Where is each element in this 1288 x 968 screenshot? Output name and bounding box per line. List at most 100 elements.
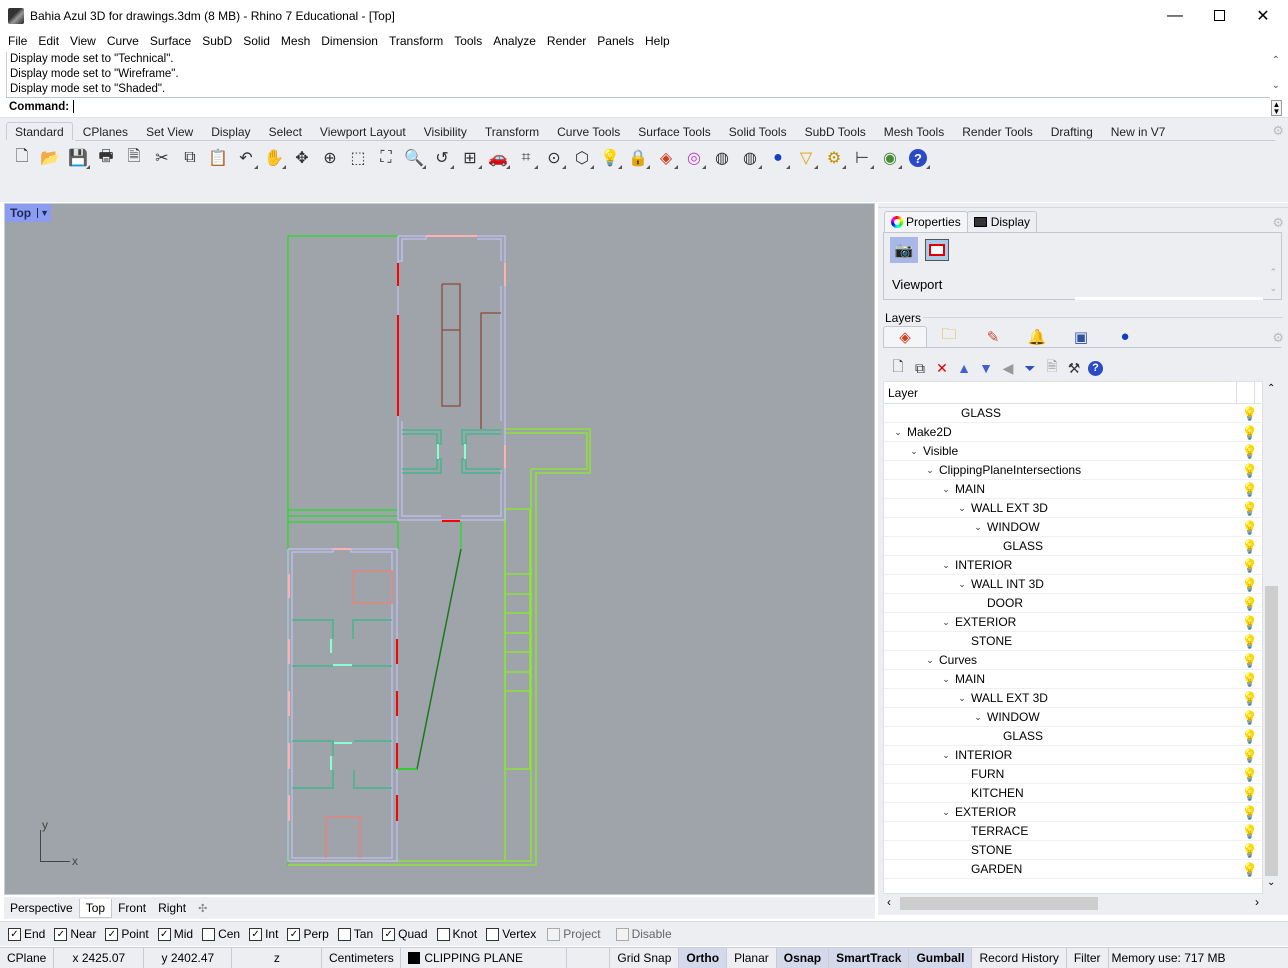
toolbar-tab-curve-tools[interactable]: Curve Tools <box>549 123 628 140</box>
new-button[interactable]: 🗋 <box>10 147 34 169</box>
layer-visible-bulb-icon[interactable]: 💡 <box>1242 634 1258 650</box>
layer-visible-bulb-icon[interactable]: 💡 <box>1242 482 1258 498</box>
layers-tab-layers[interactable]: ◈ <box>883 326 927 347</box>
maximize-button[interactable] <box>1196 0 1242 31</box>
toggle-ortho[interactable]: Ortho <box>679 948 728 968</box>
toggle-record-history[interactable]: Record History <box>972 948 1067 968</box>
expand-chevron-icon[interactable]: ⌄ <box>939 617 953 628</box>
rendered-sphere-button[interactable]: ● <box>766 147 790 169</box>
minimize-button[interactable]: — <box>1152 0 1198 31</box>
menu-transform[interactable]: Transform <box>385 34 447 48</box>
checkbox[interactable]: ✓ <box>8 927 21 941</box>
toolbar-tab-display[interactable]: Display <box>203 123 258 140</box>
layer-row[interactable]: STONE 💡 <box>884 841 1262 860</box>
layers-tab-render-material[interactable]: ✎ <box>971 326 1015 347</box>
menu-file[interactable]: File <box>4 34 31 48</box>
layer-visible-bulb-icon[interactable]: 💡 <box>1242 596 1258 612</box>
checkbox[interactable] <box>486 927 500 941</box>
scroll-thumb[interactable] <box>1265 586 1278 876</box>
undo-view-button[interactable]: ↺ <box>430 147 454 169</box>
checkbox[interactable] <box>615 927 629 941</box>
layer-row[interactable]: ⌄ MAIN 💡 <box>884 670 1262 689</box>
undo-button[interactable]: ↶ <box>234 147 258 169</box>
layer-visible-bulb-icon[interactable]: 💡 <box>1242 843 1258 859</box>
toolbar-tab-select[interactable]: Select <box>261 123 310 140</box>
command-input[interactable] <box>73 100 75 113</box>
layer-row[interactable]: ⌄ Curves 💡 <box>884 651 1262 670</box>
layer-visible-bulb-icon[interactable]: 💡 <box>1242 615 1258 631</box>
units[interactable]: Centimeters <box>322 948 402 968</box>
expand-chevron-icon[interactable]: ⌄ <box>971 522 985 533</box>
toolbar-gear-icon[interactable]: ⚙ <box>1272 123 1284 139</box>
expand-chevron-icon[interactable]: ⌄ <box>939 674 953 685</box>
layer-visible-bulb-icon[interactable]: 💡 <box>1242 729 1258 745</box>
toggle-smarttrack[interactable]: SmartTrack <box>829 948 910 968</box>
layer-visible-bulb-icon[interactable]: 💡 <box>1242 691 1258 707</box>
toolbar-tab-standard[interactable]: Standard <box>6 122 73 140</box>
layer-row[interactable]: ⌄ WINDOW 💡 <box>884 518 1262 537</box>
help-button[interactable]: ? <box>906 147 930 169</box>
layer-visible-bulb-icon[interactable]: 💡 <box>1242 520 1258 536</box>
checkbox[interactable]: ✓ <box>105 927 119 941</box>
close-button[interactable]: ✕ <box>1240 0 1286 31</box>
pan-button[interactable]: ✋ <box>262 147 286 169</box>
layers-tab-notification-bell[interactable]: 🔔 <box>1015 326 1059 347</box>
expand-chevron-icon[interactable]: ⌄ <box>939 807 953 818</box>
viewport-frame-icon[interactable] <box>925 239 949 261</box>
layer-row[interactable]: STONE 💡 <box>884 632 1262 651</box>
history-scroll-up-icon[interactable]: ⌃ <box>1272 55 1280 66</box>
layer-row[interactable]: ⌄ ClippingPlaneIntersections 💡 <box>884 461 1262 480</box>
osnap-perp[interactable]: ✓ Perp <box>287 927 329 941</box>
menu-panels[interactable]: Panels <box>593 34 638 48</box>
viewport-tab-top[interactable]: Top <box>78 898 113 918</box>
filter-icon[interactable]: ⏷ <box>1022 360 1038 377</box>
grasshopper-button[interactable]: ◉ <box>878 147 902 169</box>
expand-chevron-icon[interactable]: ⌄ <box>939 484 953 495</box>
new-layer-icon[interactable]: 🗋 <box>890 356 906 380</box>
menu-render[interactable]: Render <box>543 34 590 48</box>
checkbox[interactable] <box>436 927 450 941</box>
help-icon[interactable]: ? <box>1088 360 1103 376</box>
copy-button[interactable]: ⧉ <box>178 147 202 169</box>
four-viewports-button[interactable]: ⊞ <box>458 147 482 169</box>
checkbox[interactable]: ✓ <box>287 927 301 941</box>
tools-icon[interactable]: ⚒ <box>1066 360 1082 377</box>
layer-row[interactable]: ⌄ WALL EXT 3D 💡 <box>884 499 1262 518</box>
current-layer[interactable]: CLIPPING PLANE <box>401 948 568 968</box>
checkbox[interactable] <box>337 927 351 941</box>
viewport-top[interactable]: Top ▼ y x <box>4 203 875 895</box>
layer-visible-bulb-icon[interactable]: 💡 <box>1242 672 1258 688</box>
toolbar-tab-viewport-layout[interactable]: Viewport Layout <box>312 123 414 140</box>
scroll-left-icon[interactable]: ‹ <box>887 895 891 909</box>
layers-tab-named-view[interactable]: ▣ <box>1059 326 1103 347</box>
open-button[interactable]: 📂 <box>38 147 62 169</box>
tab-properties[interactable]: Properties <box>884 211 968 232</box>
hscroll-thumb[interactable] <box>900 897 1098 910</box>
layer-row[interactable]: GLASS 💡 <box>884 537 1262 556</box>
menu-view[interactable]: View <box>66 34 100 48</box>
toggle-filter[interactable]: Filter <box>1067 948 1109 968</box>
light-button[interactable]: 💡 <box>598 147 622 169</box>
options-gear-button[interactable]: ⚙ <box>822 147 846 169</box>
toggle-osnap[interactable]: Osnap <box>776 948 830 968</box>
expand-chevron-icon[interactable]: ⌄ <box>955 579 969 590</box>
layer-row[interactable]: ⌄ INTERIOR 💡 <box>884 746 1262 765</box>
toolbar-tab-mesh-tools[interactable]: Mesh Tools <box>876 123 952 140</box>
checkbox[interactable]: ✓ <box>249 927 263 941</box>
toolbar-tab-solid-tools[interactable]: Solid Tools <box>721 123 795 140</box>
cplane-button[interactable]: ⌗ <box>514 147 538 169</box>
layer-row[interactable]: ⌄ WINDOW 💡 <box>884 708 1262 727</box>
paste-button[interactable]: 📋 <box>206 147 230 169</box>
menu-surface[interactable]: Surface <box>146 34 195 48</box>
expand-chevron-icon[interactable]: ⌄ <box>955 693 969 704</box>
dimension-button[interactable]: ⊢ <box>850 147 874 169</box>
toolbar-tab-transform[interactable]: Transform <box>477 123 547 140</box>
layer-visible-bulb-icon[interactable]: 💡 <box>1242 805 1258 821</box>
layer-row[interactable]: GLASS 💡 <box>884 727 1262 746</box>
new-sublayer-icon[interactable]: ⧉ <box>912 360 928 377</box>
layer-row[interactable]: TERRACE 💡 <box>884 822 1262 841</box>
menu-subd[interactable]: SubD <box>198 34 236 48</box>
osnap-knot[interactable]: Knot <box>436 927 477 941</box>
layer-row[interactable]: ⌄ INTERIOR 💡 <box>884 556 1262 575</box>
osnap-mid[interactable]: ✓ Mid <box>157 927 193 941</box>
